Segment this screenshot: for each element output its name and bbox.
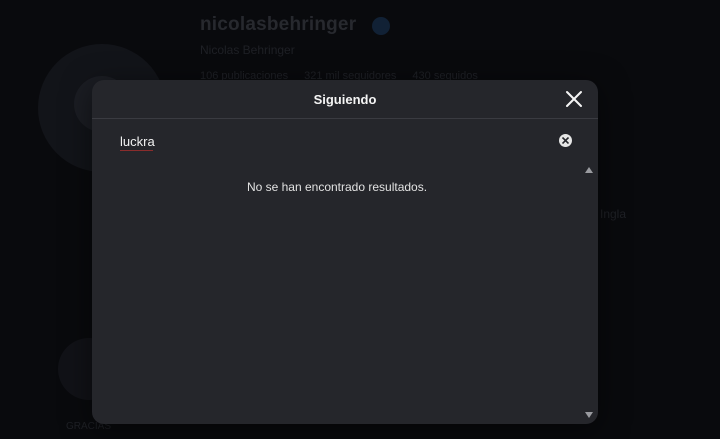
scroll-down-arrow-icon[interactable] <box>585 412 593 418</box>
search-input[interactable] <box>120 130 540 152</box>
dialog-title: Siguiendo <box>313 91 377 107</box>
dialog-header: Siguiendo <box>92 80 598 119</box>
clear-search-icon[interactable] <box>559 134 572 147</box>
following-dialog: Siguiendo No se han encontrado resultado… <box>92 80 598 424</box>
results-scrollbar[interactable] <box>582 162 596 424</box>
spellcheck-underline <box>120 150 153 151</box>
scroll-up-arrow-icon[interactable] <box>585 167 593 173</box>
close-icon[interactable] <box>564 89 584 109</box>
search-bar <box>92 119 598 163</box>
no-results-message: No se han encontrado resultados. <box>246 180 428 194</box>
